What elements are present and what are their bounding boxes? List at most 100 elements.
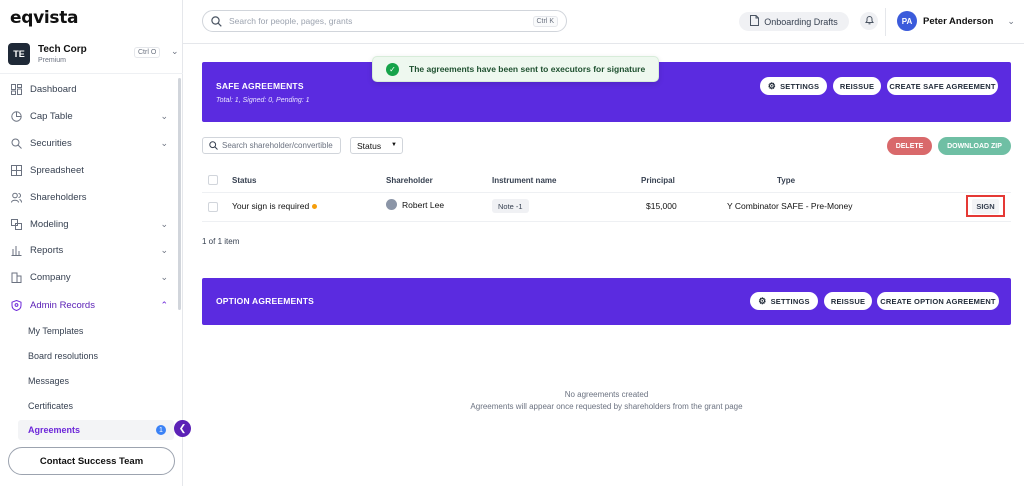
row-principal: $15,000: [646, 201, 677, 211]
sidebar-item-admin-records[interactable]: Admin Records ⌃: [10, 295, 170, 315]
grid-icon: [10, 164, 22, 176]
user-name: Peter Anderson: [923, 15, 994, 27]
company-avatar: TE: [8, 43, 30, 65]
sidebar-item-company[interactable]: Company ⌄: [10, 267, 170, 287]
chevron-up-icon: ⌃: [160, 299, 168, 310]
sidebar-subitem-board-resolutions[interactable]: Board resolutions: [28, 346, 168, 366]
notifications-button[interactable]: [860, 12, 878, 30]
create-option-agreement-button[interactable]: CREATE OPTION AGREEMENT: [877, 292, 999, 310]
empty-state-title: No agreements created: [564, 390, 649, 399]
option-reissue-button[interactable]: REISSUE: [824, 292, 872, 310]
pending-dot-icon: [312, 204, 318, 210]
sidebar-subitem-messages[interactable]: Messages: [28, 371, 168, 391]
column-header-type[interactable]: Type: [777, 176, 795, 185]
sidebar-subitem-certificates[interactable]: Certificates: [28, 396, 168, 416]
sidebar-item-label: Cap Table: [30, 110, 73, 122]
select-all-checkbox[interactable]: [208, 175, 218, 185]
sidebar-subitem-agreements[interactable]: Agreements 1: [18, 420, 174, 440]
dashboard-icon: [10, 83, 22, 95]
sidebar-item-modeling[interactable]: Modeling ⌄: [10, 214, 170, 234]
column-header-instrument[interactable]: Instrument name: [492, 176, 556, 185]
divider: [0, 73, 183, 74]
section-title: SAFE AGREEMENTS: [216, 81, 304, 91]
button-label: SETTINGS: [780, 81, 820, 91]
modeling-icon: [10, 218, 22, 230]
search-icon: [211, 15, 223, 27]
column-header-status[interactable]: Status: [232, 176, 256, 185]
sidebar-subitem-my-templates[interactable]: My Templates: [28, 321, 168, 341]
sidebar-item-label: Dashboard: [30, 83, 77, 95]
sidebar-item-securities[interactable]: Securities ⌄: [10, 133, 170, 153]
table-divider: [202, 221, 1011, 222]
safe-settings-button[interactable]: ⚙ SETTINGS: [760, 77, 827, 95]
chevron-down-icon: ⌄: [1007, 15, 1015, 26]
row-checkbox[interactable]: [208, 202, 218, 212]
create-safe-agreement-button[interactable]: CREATE SAFE AGREEMENT: [887, 77, 998, 95]
download-zip-button[interactable]: DOWNLOAD ZIP: [938, 137, 1011, 155]
column-header-shareholder[interactable]: Shareholder: [386, 176, 433, 185]
chevron-down-icon: ⌄: [160, 271, 168, 282]
status-filter-select[interactable]: Status ▼: [350, 137, 403, 154]
onboarding-drafts-button[interactable]: Onboarding Drafts: [739, 12, 849, 31]
column-header-principal[interactable]: Principal: [641, 176, 675, 185]
chevron-left-icon: ❮: [178, 423, 187, 433]
company-name: Tech Corp: [38, 43, 87, 55]
option-agreements-header: OPTION AGREEMENTS ⚙ SETTINGS REISSUE CREA…: [202, 278, 1011, 325]
global-search-input[interactable]: Search for people, pages, grants Ctrl K: [202, 10, 567, 32]
caret-down-icon: ▼: [391, 142, 397, 148]
search-icon: [209, 137, 218, 155]
bell-icon: [864, 12, 874, 30]
app-logo[interactable]: eqvista: [10, 8, 79, 28]
safe-summary: Total: 1, Signed: 0, Pending: 1: [216, 97, 310, 104]
gear-icon: ⚙: [767, 80, 777, 91]
avatar: PA: [897, 11, 917, 31]
shield-icon: [10, 299, 22, 311]
shareholder-search-input[interactable]: Search shareholder/convertible: [202, 137, 341, 154]
users-icon: [10, 191, 22, 203]
sidebar-item-shareholders[interactable]: Shareholders: [10, 187, 170, 207]
divider: [885, 8, 886, 36]
button-label: SETTINGS: [770, 296, 810, 306]
sign-button[interactable]: SIGN: [966, 195, 1005, 217]
check-circle-icon: ✓: [386, 62, 399, 76]
shareholder-name: Robert Lee: [402, 199, 445, 210]
search-placeholder: Search for people, pages, grants: [229, 16, 353, 26]
contact-success-team-button[interactable]: Contact Success Team: [8, 447, 175, 475]
document-icon: [750, 15, 760, 28]
user-menu[interactable]: PA Peter Anderson ⌄: [897, 11, 1015, 31]
avatar: [386, 199, 397, 210]
sidebar-item-dashboard[interactable]: Dashboard: [10, 79, 170, 99]
success-toast: ✓ The agreements have been sent to execu…: [372, 56, 659, 82]
sidebar-item-cap-table[interactable]: Cap Table ⌄: [10, 106, 170, 126]
row-shareholder: Robert Lee: [386, 199, 444, 210]
collapse-sidebar-button[interactable]: ❮: [174, 420, 191, 437]
company-info: Tech Corp Premium: [38, 43, 87, 64]
sidebar-subitem-label: Agreements: [28, 425, 81, 435]
sidebar-item-spreadsheet[interactable]: Spreadsheet: [10, 160, 170, 180]
gear-icon: ⚙: [758, 295, 767, 306]
sidebar-scrollbar[interactable]: [178, 78, 181, 310]
sidebar-item-label: Spreadsheet: [30, 164, 84, 176]
delete-button[interactable]: DELETE: [887, 137, 932, 155]
sidebar-item-label: Modeling: [30, 218, 69, 230]
chevron-down-icon: ⌄: [160, 110, 168, 121]
table-divider: [202, 192, 1011, 193]
instrument-tag: Note -1: [492, 199, 529, 213]
company-shortcut: Ctrl O: [134, 47, 161, 58]
sidebar-item-label: Shareholders: [30, 191, 87, 203]
sidebar-item-label: Admin Records: [30, 299, 95, 311]
reports-icon: [10, 244, 22, 256]
sign-label: SIGN: [972, 198, 999, 214]
safe-reissue-button[interactable]: REISSUE: [833, 77, 881, 95]
search-placeholder: Search shareholder/convertible: [222, 141, 333, 150]
company-switcher[interactable]: TE Tech Corp Premium Ctrl O ⌄: [8, 42, 179, 66]
pagination-count: 1 of 1 item: [202, 237, 240, 246]
app-root: eqvista TE Tech Corp Premium Ctrl O ⌄ Da…: [0, 0, 1024, 486]
chevron-down-icon: ⌄: [171, 46, 179, 56]
sidebar-item-reports[interactable]: Reports ⌄: [10, 240, 170, 260]
sidebar-item-label: Company: [30, 271, 71, 283]
sidebar: eqvista TE Tech Corp Premium Ctrl O ⌄ Da…: [0, 0, 183, 486]
sidebar-item-label: Securities: [30, 137, 72, 149]
pie-chart-icon: [10, 110, 22, 122]
option-settings-button[interactable]: ⚙ SETTINGS: [750, 292, 818, 310]
